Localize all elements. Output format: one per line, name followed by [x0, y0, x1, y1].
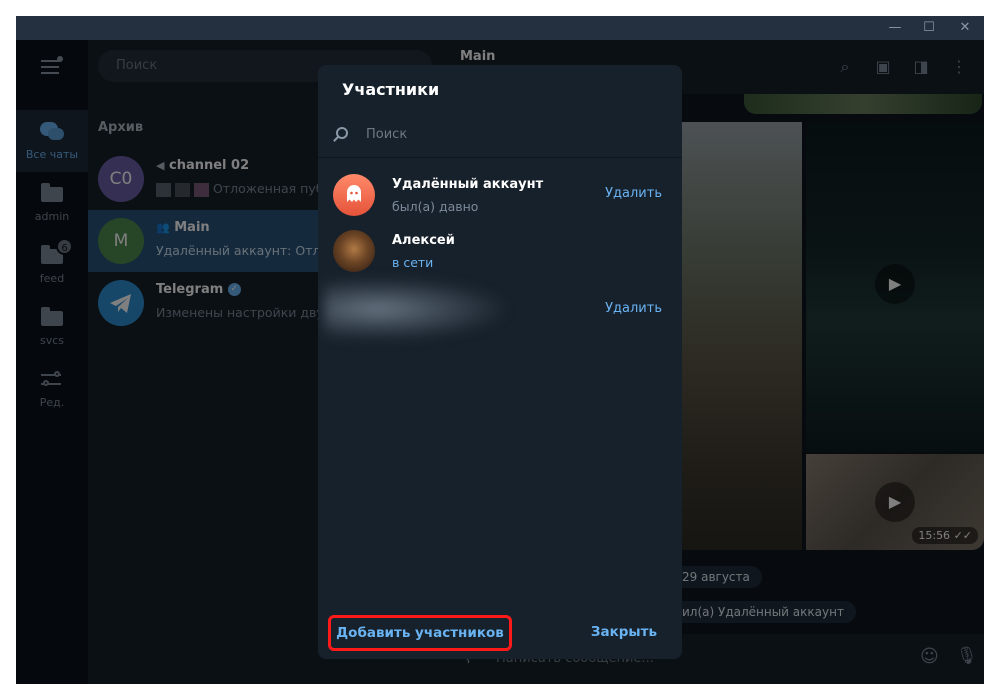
telegram-window: — ☐ ✕ Все чаты admin 6 feed: [16, 16, 984, 684]
remove-member-button[interactable]: Удалить: [605, 186, 662, 201]
avatar: [333, 230, 375, 272]
member-row[interactable]: Удалить: [318, 279, 682, 339]
add-members-label: Добавить участников: [336, 625, 504, 641]
members-dialog: Участники Поиск Удалённый аккаунт был(а)…: [318, 65, 682, 659]
members-search-input[interactable]: Поиск: [334, 123, 664, 147]
blurred-member-info: [324, 279, 504, 339]
minimize-icon[interactable]: —: [878, 16, 912, 40]
member-row[interactable]: Удалённый аккаунт был(а) давно Удалить: [318, 167, 682, 223]
member-name: Алексей: [392, 233, 455, 248]
close-window-icon[interactable]: ✕: [948, 16, 982, 40]
search-placeholder: Поиск: [366, 127, 408, 142]
member-status: в сети: [392, 255, 434, 270]
member-name: Удалённый аккаунт: [392, 177, 544, 192]
dialog-title: Участники: [342, 80, 440, 99]
search-icon: [336, 127, 348, 139]
ghost-avatar-icon: [333, 174, 375, 216]
maximize-icon[interactable]: ☐: [912, 16, 946, 40]
divider: [318, 157, 682, 158]
member-status: был(а) давно: [392, 199, 479, 214]
close-button[interactable]: Закрыть: [591, 624, 657, 640]
title-bar: — ☐ ✕: [16, 16, 984, 40]
remove-member-button[interactable]: Удалить: [605, 301, 662, 316]
member-row[interactable]: Алексей в сети: [318, 223, 682, 279]
add-members-button[interactable]: Добавить участников: [328, 615, 512, 651]
